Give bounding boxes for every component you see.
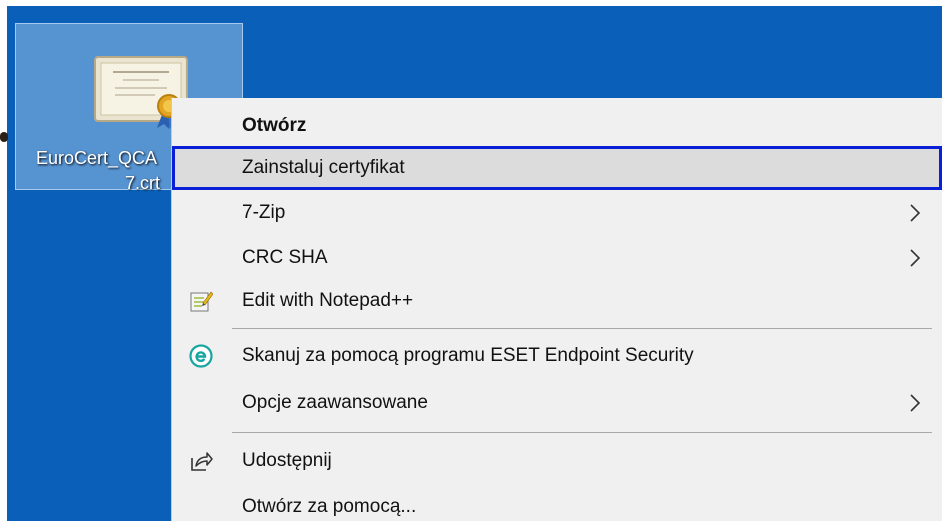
partial-icon [0,132,8,142]
menu-item-label: Udostępnij [242,450,332,471]
menu-item-label: Skanuj za pomocą programu ESET Endpoint … [242,345,694,366]
menu-item-advanced-options[interactable]: Opcje zaawansowane [172,381,942,425]
menu-item-label: Zainstaluj certyfikat [242,157,405,178]
menu-item-label: Opcje zaawansowane [242,392,428,413]
menu-item-label: 7-Zip [242,202,286,223]
chevron-right-icon [910,249,921,267]
menu-item-label: Otwórz za pomocą... [242,496,417,517]
menu-item-label: Otwórz [242,115,307,136]
file-name-line1: EuroCert_QCA [36,148,158,168]
share-icon [191,452,213,471]
menu-item-edit-notepadpp[interactable]: Edit with Notepad++ [172,279,942,323]
menu-item-7zip[interactable]: 7-Zip [172,191,942,235]
file-name-line2: 7.crt [124,173,160,193]
menu-separator [232,432,932,433]
menu-item-eset-scan[interactable]: Skanuj za pomocą programu ESET Endpoint … [172,334,942,378]
menu-separator [232,328,932,329]
menu-item-label: Edit with Notepad++ [242,290,414,311]
chevron-right-icon [910,394,921,412]
menu-item-install-certificate[interactable]: Zainstaluj certyfikat [172,146,942,190]
context-menu: Otwórz Zainstaluj certyfikat 7-Zip CRC S… [171,98,942,521]
menu-item-crc-sha[interactable]: CRC SHA [172,236,942,280]
file-name-label: EuroCert_QCA 7.crt [25,146,185,196]
eset-icon [189,344,213,368]
chevron-right-icon [910,204,921,222]
menu-item-share[interactable]: Udostępnij [172,439,942,483]
notepad-plus-plus-icon [190,291,213,312]
menu-item-open-with[interactable]: Otwórz za pomocą... [172,485,942,529]
menu-item-open[interactable]: Otwórz [172,104,942,148]
menu-item-label: CRC SHA [242,247,328,268]
